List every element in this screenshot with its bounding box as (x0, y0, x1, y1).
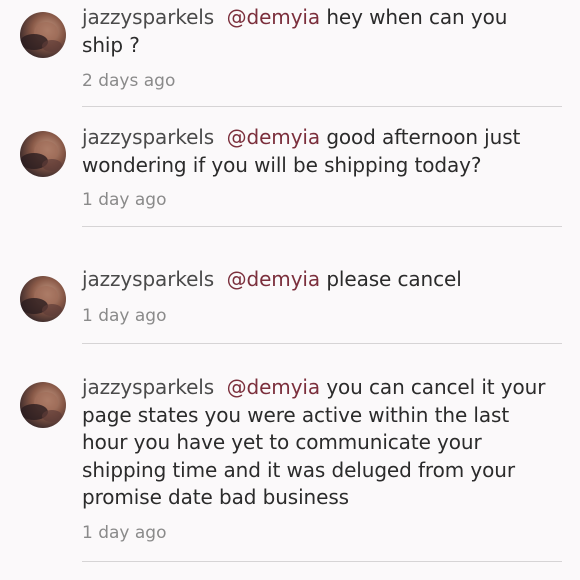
avatar-photo-icon (20, 22, 62, 52)
comment-username[interactable]: jazzysparkels (82, 267, 214, 291)
avatar[interactable] (20, 12, 66, 58)
avatar-photo-icon (20, 392, 62, 422)
divider (82, 106, 562, 107)
comment-mention[interactable]: @demyia (227, 125, 321, 149)
comment-mention[interactable]: @demyia (227, 375, 321, 399)
divider (82, 226, 562, 227)
comment-mention[interactable]: @demyia (227, 267, 321, 291)
comment-username[interactable]: jazzysparkels (82, 375, 214, 399)
divider (82, 343, 562, 344)
comment-timestamp: 1 day ago (82, 306, 167, 326)
comment-message: please cancel (326, 267, 462, 291)
comment-username[interactable]: jazzysparkels (82, 125, 214, 149)
comment-text: jazzysparkels @demyia good afternoon jus… (82, 124, 552, 179)
comment-timestamp: 1 day ago (82, 190, 167, 210)
comment-timestamp: 1 day ago (82, 523, 167, 543)
comment-username[interactable]: jazzysparkels (82, 5, 214, 29)
avatar[interactable] (20, 382, 66, 428)
avatar-photo-icon (20, 141, 62, 171)
avatar[interactable] (20, 131, 66, 177)
avatar-photo-icon (20, 286, 62, 316)
comment-text: jazzysparkels @demyia please cancel (82, 266, 552, 294)
comment-text: jazzysparkels @demyia you can cancel it … (82, 374, 552, 512)
comment-mention[interactable]: @demyia (227, 5, 321, 29)
avatar[interactable] (20, 276, 66, 322)
comment-timestamp: 2 days ago (82, 71, 176, 91)
divider (82, 561, 562, 562)
comment-text: jazzysparkels @demyia hey when can you s… (82, 4, 552, 59)
